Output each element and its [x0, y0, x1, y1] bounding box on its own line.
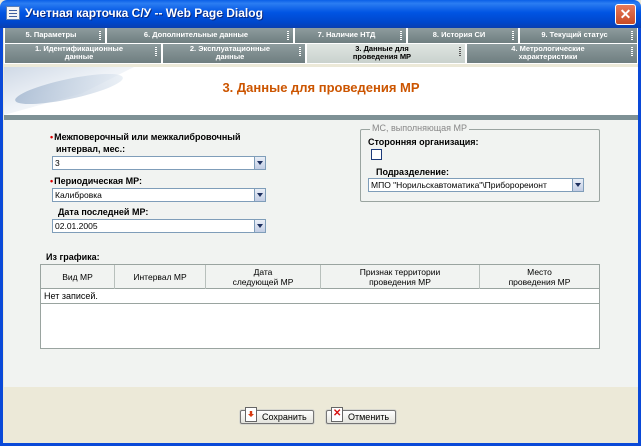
tab-label: данные: [215, 51, 245, 61]
tab-grip-icon: [631, 47, 633, 56]
tab-grip-icon: [155, 47, 157, 56]
tab-grip-icon: [631, 31, 633, 40]
tab-label: характеристики: [518, 51, 578, 61]
empty-row: Нет записей.: [41, 290, 599, 304]
table-header: Вид МР Интервал МР Дата следующей МР Приз…: [41, 265, 599, 289]
tab-grip-icon: [299, 47, 301, 56]
third-party-checkbox[interactable]: [371, 149, 382, 160]
interval-value: 3: [55, 158, 60, 168]
tab-label: 5. Параметры: [25, 30, 77, 39]
column-header-text: следующей МР: [232, 277, 294, 287]
tab-identification[interactable]: 1. Идентификационные данные: [4, 44, 162, 64]
window-title: Учетная карточка С/У -- Web Page Dialog: [25, 6, 263, 20]
page-banner: 3. Данные для проведения МР: [4, 67, 638, 115]
tab-additional-data[interactable]: 6. Дополнительные данные: [106, 28, 294, 44]
tab-current-status[interactable]: 9. Текущий статус: [519, 28, 638, 44]
column-header-text: Место: [527, 267, 552, 277]
last-date-label: Дата последней МР:: [58, 207, 149, 217]
interval-label-text: Межповерочный или межкалибровочный: [54, 132, 241, 142]
required-marker: •: [50, 132, 54, 142]
tab-parameters[interactable]: 5. Параметры: [4, 28, 106, 44]
periodic-label: •Периодическая МР:: [50, 176, 142, 187]
division-select[interactable]: МПО "Норильскавтоматика"\Приборореионт: [368, 178, 584, 192]
last-date-value: 02.01.2005: [55, 221, 98, 231]
tab-grip-icon: [287, 31, 289, 40]
division-value: МПО "Норильскавтоматика"\Приборореионт: [371, 180, 547, 190]
periodic-value: Калибровка: [55, 190, 102, 200]
chevron-down-icon[interactable]: [572, 179, 583, 191]
interval-label: •Межповерочный или межкалибровочный: [50, 132, 241, 143]
schedule-table: Вид МР Интервал МР Дата следующей МР Приз…: [40, 264, 600, 349]
tab-ntd[interactable]: 7. Наличие НТД: [294, 28, 407, 44]
chevron-down-icon[interactable]: [254, 157, 265, 169]
column-header-text: Вид МР: [62, 272, 93, 282]
chevron-down-icon[interactable]: [254, 220, 265, 232]
interval-label-line2: интервал, мес.:: [56, 144, 126, 154]
tab-grip-icon: [99, 31, 101, 40]
save-button[interactable]: Сохранить: [240, 407, 314, 424]
column-header-text: Признак территории: [359, 267, 441, 277]
page-title: 3. Данные для проведения МР: [222, 80, 420, 95]
tab-label: данные: [64, 51, 94, 61]
column-header-text: Дата: [253, 267, 273, 277]
required-marker: •: [50, 176, 54, 186]
dialog-icon: [6, 6, 20, 20]
cancel-button[interactable]: Отменить: [326, 407, 397, 424]
chevron-down-icon[interactable]: [254, 189, 265, 201]
column-header[interactable]: Место проведения МР: [480, 265, 599, 289]
periodic-label-text: Периодическая МР:: [54, 176, 143, 186]
column-header-text: проведения МР: [508, 277, 571, 287]
tab-label: 8. История СИ: [432, 30, 486, 39]
tab-label: 7. Наличие НТД: [317, 30, 376, 39]
column-header[interactable]: Дата следующей МР: [206, 265, 321, 289]
column-header[interactable]: Вид МР: [41, 265, 115, 289]
tab-label: 9. Текущий статус: [541, 30, 608, 39]
cancel-button-label: Отменить: [348, 412, 390, 422]
tab-label: 6. Дополнительные данные: [143, 30, 249, 39]
footer: Сохранить Отменить: [4, 387, 638, 442]
tab-label: проведения МР: [352, 51, 412, 61]
tab-grip-icon: [459, 47, 461, 56]
ms-group-legend: МС, выполняющая МР: [370, 123, 470, 133]
schedule-label: Из графика:: [46, 252, 100, 262]
tab-si-history[interactable]: 8. История СИ: [407, 28, 519, 44]
periodic-select[interactable]: Калибровка: [52, 188, 266, 202]
tab-metrological[interactable]: 4. Метрологические характеристики: [466, 44, 638, 64]
tab-grip-icon: [512, 31, 514, 40]
last-date-select[interactable]: 02.01.2005: [52, 219, 266, 233]
tab-mr-data[interactable]: 3. Данные для проведения МР: [306, 44, 466, 64]
save-button-label: Сохранить: [262, 412, 307, 422]
division-label: Подразделение:: [376, 167, 449, 177]
tab-operation[interactable]: 2. Эксплуатационные данные: [162, 44, 306, 64]
interval-select[interactable]: 3: [52, 156, 266, 170]
close-button[interactable]: ✕: [615, 4, 636, 25]
cancel-icon: [331, 407, 343, 422]
main-panel: •Межповерочный или межкалибровочный инте…: [4, 120, 638, 387]
third-party-label: Сторонняя организация:: [368, 137, 479, 147]
tab-grip-icon: [400, 31, 402, 40]
save-icon: [245, 407, 257, 422]
column-header[interactable]: Интервал МР: [115, 265, 206, 289]
column-header[interactable]: Признак территории проведения МР: [321, 265, 480, 289]
column-header-text: проведения МР: [369, 277, 431, 287]
title-bar: Учетная карточка С/У -- Web Page Dialog …: [0, 0, 641, 28]
column-header-text: Интервал МР: [133, 272, 187, 282]
